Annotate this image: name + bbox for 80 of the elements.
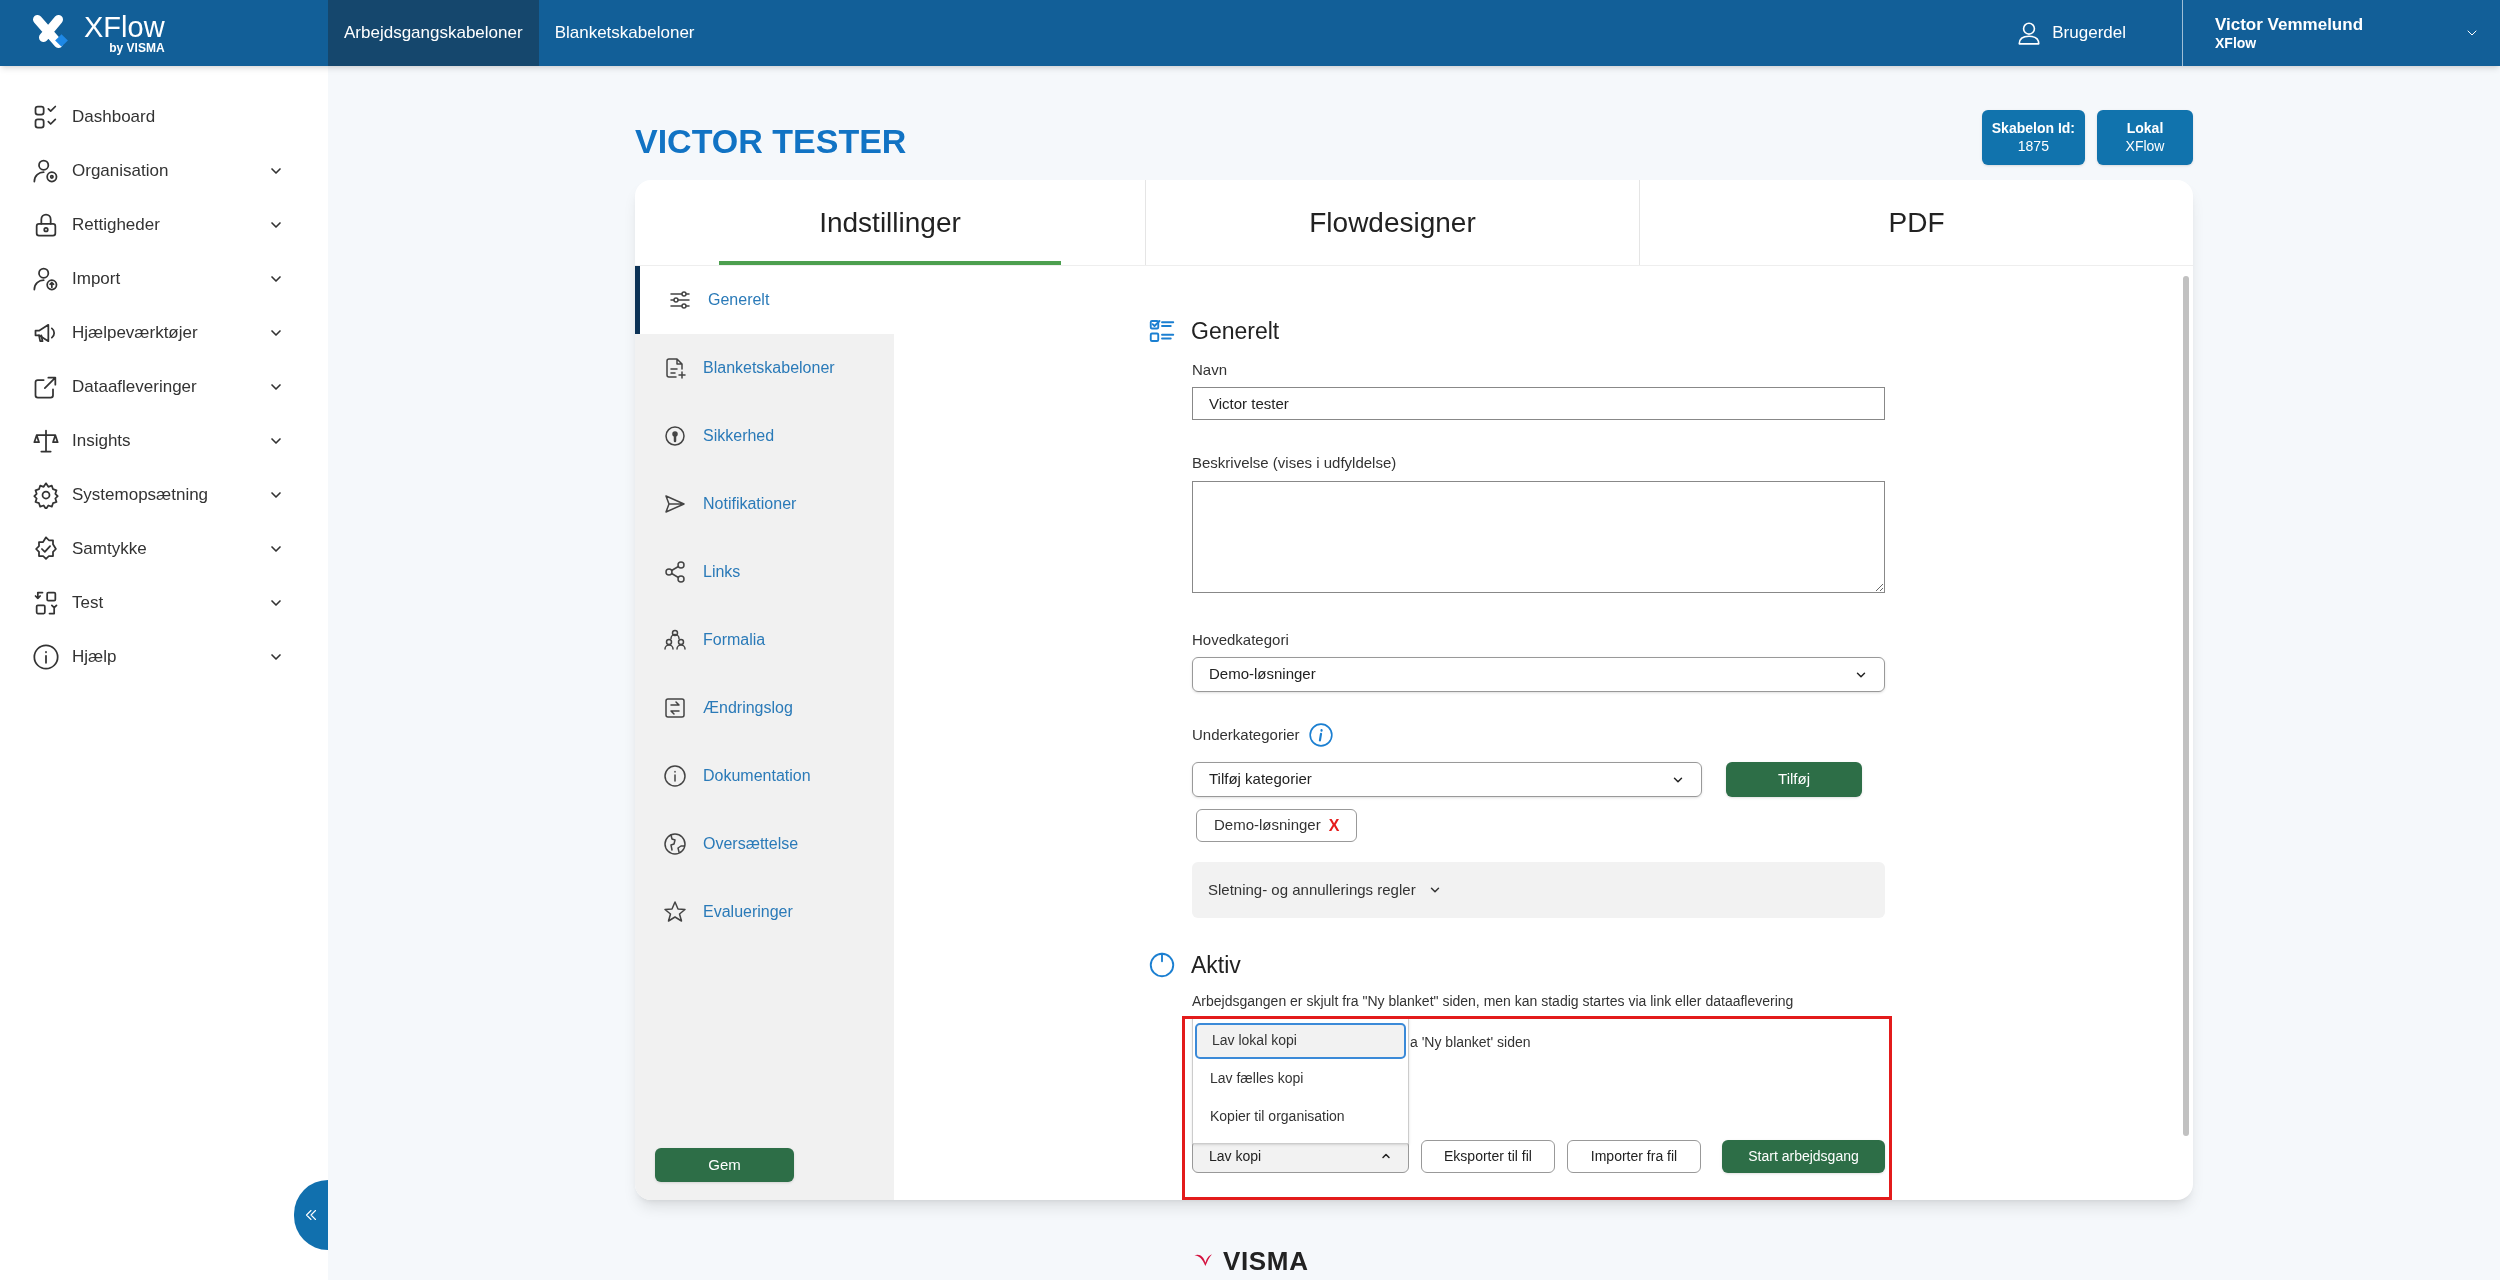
field-label: Beskrivelse (vises i udfyldelse) [1192, 453, 1398, 473]
sidebar-item[interactable]: Test [0, 576, 328, 630]
collapsible-section[interactable]: Sletning- og annullerings regler [1192, 862, 1885, 918]
add-button[interactable]: Tilføj [1726, 762, 1862, 797]
save-button[interactable]: Gem [655, 1148, 794, 1182]
swap-squares-icon [32, 589, 60, 617]
category-chip: Demo-løsninger X [1196, 809, 1358, 842]
copy-menu-item[interactable]: Lav fælles kopi [1195, 1060, 1406, 1097]
settings-nav-item[interactable]: Blanketskabeloner [635, 334, 894, 402]
gear-icon [32, 481, 60, 509]
sidebar-item[interactable]: Import [0, 252, 328, 306]
section-heading: Aktiv [1191, 951, 1241, 980]
logo-tagline: by VISMA [109, 41, 165, 54]
keyhole-icon [663, 424, 687, 448]
settings-nav-item[interactable]: Formalia [635, 606, 894, 674]
paper-plane-icon [663, 492, 687, 516]
sidebar-item[interactable]: Hjælp [0, 630, 328, 684]
people-icon [663, 628, 687, 652]
document-plus-icon [663, 356, 687, 380]
settings-nav-item[interactable]: Sikkerhed [635, 402, 894, 470]
settings-nav-item[interactable]: Evalueringer [635, 878, 894, 946]
scrollbar[interactable] [2183, 276, 2189, 1136]
info-icon [663, 764, 687, 788]
person-gear-icon [32, 157, 60, 185]
info-icon [1307, 722, 1334, 748]
footer-logo-text: VISMA [1223, 1248, 1309, 1274]
start-button[interactable]: Start arbejdsgang [1722, 1139, 1885, 1173]
account-menu[interactable]: Victor Vemmelund XFlow [2182, 0, 2500, 66]
copy-menu-item[interactable]: Lav lokal kopi [1195, 1022, 1406, 1059]
logo-name: XFlow [84, 12, 165, 42]
sidebar-item[interactable]: Hjælpeværktøjer [0, 306, 328, 360]
action-button[interactable]: Importer fra fil [1567, 1139, 1701, 1173]
badge-check-icon [32, 535, 60, 563]
sidebar-item[interactable]: Systemopsætning [0, 468, 328, 522]
nav-tab[interactable]: Blanketskabeloner [538, 0, 711, 66]
swap-icon [663, 696, 687, 720]
subcategory-select[interactable]: Tilføj kategorier [1192, 762, 1702, 797]
sidebar-item[interactable]: Rettigheder [0, 198, 328, 252]
action-button[interactable]: Eksporter til fil [1421, 1139, 1555, 1173]
badge-value: XFlow [2125, 137, 2165, 155]
tab[interactable]: Indstillinger [635, 180, 1145, 265]
sidebar-item[interactable]: Insights [0, 414, 328, 468]
settings-nav-item[interactable]: Notifikationer [635, 470, 894, 538]
tab[interactable]: Flowdesigner [1145, 180, 1639, 265]
field-label: Navn [1192, 359, 1229, 380]
user-link[interactable]: Brugerdel [2016, 0, 2182, 66]
status-note: a 'Ny blanket' siden [1410, 1032, 1532, 1052]
star-icon [663, 900, 687, 924]
info-icon [32, 643, 60, 671]
field-label: Underkategorier [1192, 724, 1300, 745]
name-field[interactable]: Victor tester [1192, 387, 1885, 420]
field-label: Hovedkategori [1192, 629, 1290, 650]
settings-nav-item[interactable]: Links [635, 538, 894, 606]
sidebar-item[interactable]: Samtykke [0, 522, 328, 576]
badge-label: Skabelon Id: [1991, 120, 2075, 138]
scales-icon [32, 427, 60, 455]
share-icon [663, 560, 687, 584]
sidebar-item[interactable]: Dataafleveringer [0, 360, 328, 414]
settings-nav-item[interactable]: Oversættelse [635, 810, 894, 878]
page-title: VICTOR TESTER [635, 121, 907, 162]
section-heading: Generelt [1191, 317, 1280, 346]
copy-menu-item[interactable]: Kopier til organisation [1195, 1098, 1406, 1135]
status-note: Arbejdsgangen er skjult fra "Ny blanket" siden, men kan stadig startes via link eller dataaflevering [1192, 991, 1795, 1011]
sidebar-item[interactable]: Organisation [0, 144, 328, 198]
remove-chip-button[interactable]: X [1328, 813, 1340, 838]
person-upload-icon [32, 265, 60, 293]
nav-tab[interactable]: Arbejdsgangskabeloner [328, 0, 539, 66]
account-org: XFlow [2215, 34, 2258, 53]
badge-value: 1875 [2017, 137, 2049, 155]
description-field[interactable] [1192, 480, 1885, 593]
sidebar-item[interactable]: Dashboard [0, 90, 328, 144]
logo-mark-icon [32, 15, 70, 51]
settings-nav-item[interactable]: Dokumentation [635, 742, 894, 810]
sliders-icon [668, 288, 692, 312]
settings-nav-item[interactable]: Ændringslog [635, 674, 894, 742]
account-name: Victor Vemmelund [2215, 13, 2364, 35]
badge-label: Lokal [2126, 120, 2164, 138]
globe-icon [663, 832, 687, 856]
tab[interactable]: PDF [1639, 180, 2193, 265]
category-select[interactable]: Demo-løsninger [1192, 657, 1885, 692]
